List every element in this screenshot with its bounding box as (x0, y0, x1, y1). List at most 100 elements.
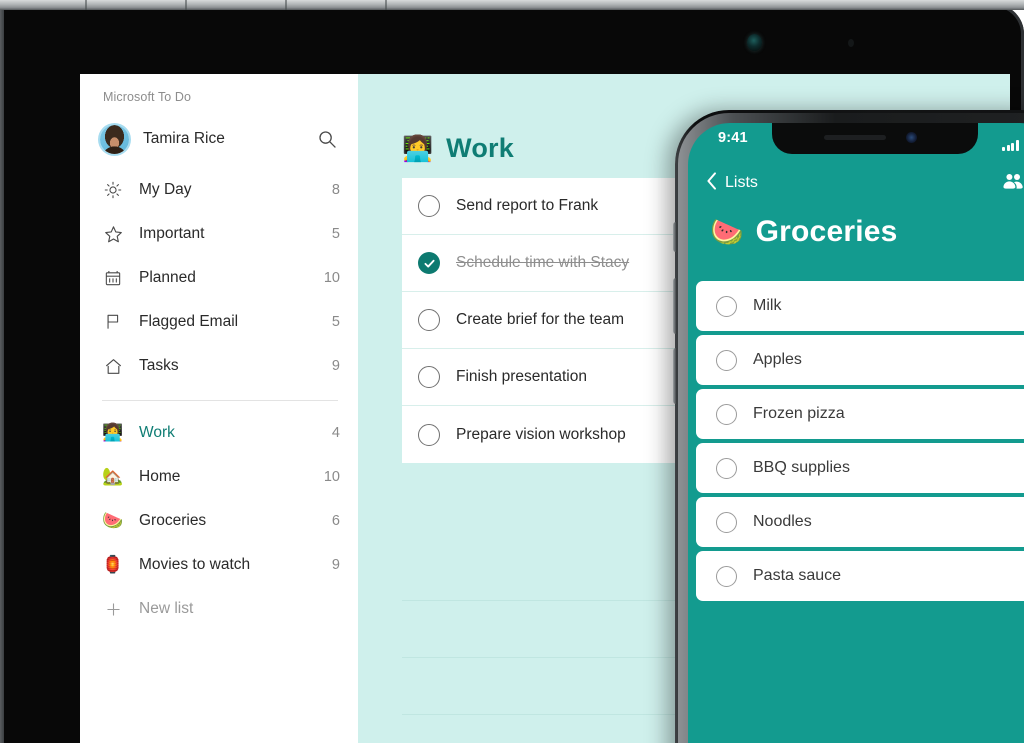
phone-page-title: Groceries (755, 215, 898, 248)
sidebar-item-movies-to-watch[interactable]: 🏮 Movies to watch 9 (80, 543, 358, 587)
status-time: 9:41 (718, 130, 748, 146)
task-checkbox-circle-icon[interactable] (418, 195, 440, 217)
sidebar-item-label: Home (139, 468, 181, 485)
list-item[interactable]: Noodles (696, 497, 1024, 547)
sidebar-item-label: Groceries (139, 512, 207, 529)
phone-volume-down-button[interactable] (673, 348, 677, 404)
sidebar-item-count: 10 (323, 270, 340, 286)
task-checkbox-circle-icon[interactable] (716, 511, 737, 533)
cellular-bars-icon (1002, 140, 1019, 151)
task-label: Frozen pizza (753, 405, 845, 422)
sidebar-divider (102, 400, 338, 401)
work-list-emoji-icon: 👩‍💻 (102, 423, 124, 443)
phone-navbar: Lists 2 (688, 167, 1024, 199)
phone-list-header: 🍉 Groceries (710, 215, 1024, 249)
custom-list-nav: 👩‍💻 Work 4 🏡 Home 10 🍉 Groceries 6 (80, 411, 358, 631)
task-checkbox-circle-icon[interactable] (716, 457, 737, 479)
task-label: Schedule time with Stacy (456, 254, 630, 271)
account-name: Tamira Rice (143, 130, 225, 147)
task-checkbox-circle-icon[interactable] (418, 423, 440, 446)
back-label: Lists (725, 174, 758, 191)
flag-icon (102, 311, 124, 333)
task-label: Noodles (753, 513, 812, 530)
sidebar-item-label: My Day (139, 181, 192, 198)
list-item[interactable]: Apples (696, 335, 1024, 385)
app-title: Microsoft To Do (103, 90, 192, 104)
sidebar-item-home-list[interactable]: 🏡 Home 10 (80, 455, 358, 499)
sidebar-item-count: 5 (331, 226, 340, 242)
plus-icon (102, 598, 124, 620)
task-label: BBQ supplies (753, 459, 850, 476)
people-sharing-icon (1002, 173, 1024, 194)
list-item[interactable]: Milk (696, 281, 1024, 331)
list-item[interactable]: Pasta sauce (696, 551, 1024, 601)
phone-volume-up-button[interactable] (673, 278, 677, 334)
tablet-front-camera-icon (747, 34, 762, 51)
sidebar-item-count: 5 (331, 314, 340, 330)
task-label: Prepare vision workshop (456, 425, 626, 443)
task-checkbox-circle-icon[interactable] (716, 349, 737, 371)
phone-silent-switch[interactable] (673, 222, 677, 252)
list-item[interactable]: BBQ supplies (696, 443, 1024, 493)
task-checkbox-checked-icon[interactable] (418, 252, 440, 274)
task-checkbox-circle-icon[interactable] (418, 309, 440, 331)
sidebar-item-label: Important (139, 225, 205, 242)
tablet-ambient-sensor-icon (848, 39, 854, 47)
task-label: Milk (753, 297, 782, 314)
status-bar: 9:41 (688, 123, 1024, 157)
share-list-button[interactable]: 2 (1002, 173, 1024, 194)
sidebar-item-flagged-email[interactable]: Flagged Email 5 (80, 300, 358, 344)
phone-device: 9:41 Lists 🍉 Groceries Milk Apples Froze… (673, 110, 1024, 743)
sidebar-item-tasks[interactable]: Tasks 9 (80, 344, 358, 388)
sidebar-item-groceries[interactable]: 🍉 Groceries 6 (80, 499, 358, 543)
sidebar-item-label: Work (139, 424, 175, 441)
sidebar-item-important[interactable]: Important 5 (80, 212, 358, 256)
work-list-emoji-icon: 👩‍💻 (402, 133, 434, 163)
task-label: Send report to Frank (456, 197, 599, 214)
smart-list-nav: My Day 8 Important 5 Planned 10 Flagged … (80, 168, 358, 388)
tablet-top-edge (0, 0, 1024, 10)
back-button[interactable]: Lists (706, 171, 1002, 195)
task-checkbox-circle-icon[interactable] (716, 403, 737, 425)
home-list-emoji-icon: 🏡 (102, 467, 124, 487)
account-row[interactable]: Tamira Rice (80, 116, 358, 162)
page-title: Work (446, 132, 514, 163)
task-label: Apples (753, 351, 802, 368)
calendar-icon (102, 267, 124, 289)
sidebar-item-count: 9 (331, 358, 340, 374)
task-label: Finish presentation (456, 368, 587, 385)
new-list-button[interactable]: New list (80, 587, 358, 631)
sidebar-item-label: Planned (139, 269, 196, 286)
star-icon (102, 223, 124, 245)
sidebar-item-count: 6 (331, 513, 340, 529)
sidebar-item-label: Movies to watch (139, 556, 251, 573)
sidebar-item-count: 4 (331, 425, 340, 441)
task-label: Pasta sauce (753, 567, 842, 584)
phone-task-list: Milk Apples Frozen pizza BBQ supplies No (696, 281, 1024, 601)
sidebar-item-label: Flagged Email (139, 313, 239, 330)
sidebar-item-my-day[interactable]: My Day 8 (80, 168, 358, 212)
status-indicators (1002, 133, 1024, 151)
sidebar-item-planned[interactable]: Planned 10 (80, 256, 358, 300)
chevron-left-icon (706, 171, 718, 195)
task-checkbox-circle-icon[interactable] (716, 295, 737, 317)
sidebar-item-count: 8 (331, 182, 340, 198)
search-icon[interactable] (314, 126, 340, 152)
avatar[interactable] (100, 124, 129, 154)
sidebar-item-count: 10 (323, 469, 340, 485)
sidebar-item-work[interactable]: 👩‍💻 Work 4 (80, 411, 358, 455)
list-item[interactable]: Frozen pizza (696, 389, 1024, 439)
phone-screen: 9:41 Lists 🍉 Groceries Milk Apples Froze… (688, 123, 1024, 743)
movies-list-emoji-icon: 🏮 (102, 555, 124, 575)
home-icon (102, 355, 124, 377)
task-checkbox-circle-icon[interactable] (418, 366, 440, 388)
tablet-left-edge (0, 4, 4, 743)
screenshot-stage: Microsoft To Do Tamira Rice My Day 8 Imp… (0, 0, 1024, 743)
sidebar: Microsoft To Do Tamira Rice My Day 8 Imp… (80, 74, 358, 743)
groceries-list-emoji-icon: 🍉 (102, 511, 124, 531)
sidebar-item-label: Tasks (139, 357, 179, 374)
sidebar-item-count: 9 (331, 557, 340, 573)
task-label: Create brief for the team (456, 311, 624, 328)
groceries-list-emoji-icon: 🍉 (710, 216, 744, 248)
task-checkbox-circle-icon[interactable] (716, 565, 737, 587)
